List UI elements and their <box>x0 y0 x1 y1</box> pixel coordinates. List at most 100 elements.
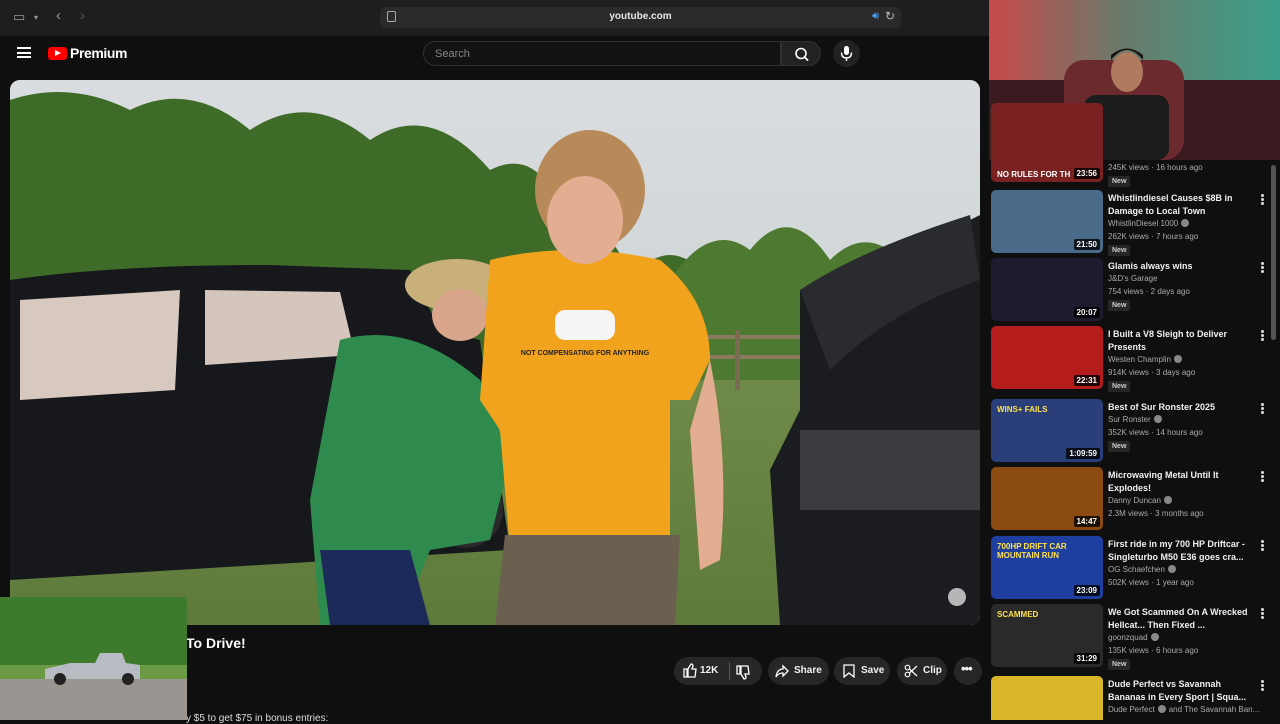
recommendation-title[interactable]: Whistlindiesel Causes $8B in Damage to L… <box>1108 192 1248 218</box>
save-button[interactable]: Save <box>834 657 890 685</box>
more-vertical-icon[interactable] <box>1261 194 1264 205</box>
new-badge: New <box>1108 300 1131 311</box>
forward-icon[interactable]: › <box>80 7 85 24</box>
channel-name[interactable]: OG Schaefchen <box>1108 565 1176 574</box>
video-thumbnail[interactable]: WINS+ FAILS 1:09:59 <box>991 399 1103 462</box>
shirt-text: NOT COMPENSATING FOR ANYTHING <box>521 350 650 357</box>
search-input[interactable]: Search <box>423 41 781 66</box>
like-dislike-group: 12K <box>674 657 762 685</box>
recommendation-item[interactable]: 21:50 Whistlindiesel Causes $8B in Damage… <box>991 190 1274 256</box>
verified-icon <box>1163 496 1172 504</box>
like-button[interactable] <box>683 663 697 681</box>
recommendation-title[interactable]: Microwaving Metal Until It Explodes! <box>1108 469 1248 495</box>
microphone-icon <box>840 46 853 61</box>
channel-name-text: Westen Champlin <box>1108 355 1171 364</box>
youtube-header: Premium Search <box>0 36 989 72</box>
duration-badge: 21:50 <box>1073 239 1100 250</box>
verified-icon <box>1167 565 1176 573</box>
dislike-button[interactable] <box>736 665 750 683</box>
recommendation-title[interactable]: Best of Sur Ronster 2025 <box>1108 401 1248 414</box>
channel-name[interactable]: WhistlinDiesel 1000 <box>1108 219 1190 228</box>
thumbnail-text: SCAMMED <box>997 610 1039 619</box>
reload-icon[interactable]: ↻ <box>885 9 895 23</box>
view-count-meta: 245K views · 16 hours ago <box>1108 163 1203 172</box>
channel-name[interactable]: Danny Duncan <box>1108 496 1172 505</box>
view-count-meta: 502K views · 1 year ago <box>1108 578 1194 587</box>
chevron-down-icon[interactable]: ▾ <box>34 13 38 22</box>
new-badge: New <box>1108 441 1131 452</box>
search-button[interactable] <box>781 41 821 66</box>
audio-playing-icon[interactable]: 🔊︎ <box>872 10 879 23</box>
recommendation-item[interactable]: 700HP DRIFT CAR MOUNTAIN RUN 23:09 First r… <box>991 536 1274 602</box>
duration-badge: 31:29 <box>1073 653 1100 664</box>
search-icon <box>795 47 809 62</box>
overlay-image-truck <box>0 597 187 720</box>
hamburger-menu-icon[interactable] <box>17 47 31 58</box>
recommendation-item[interactable]: SCAMMED 31:29 We Got Scammed On A Wrecked … <box>991 604 1274 670</box>
duration-badge: 22:31 <box>1073 375 1100 386</box>
more-vertical-icon[interactable] <box>1261 262 1264 273</box>
recommendation-title[interactable]: We Got Scammed On A Wrecked Hellcat... T… <box>1108 606 1248 632</box>
new-badge: New <box>1108 659 1131 670</box>
verified-icon <box>1181 219 1190 227</box>
more-vertical-icon[interactable] <box>1261 608 1264 619</box>
recommendation-title[interactable]: I Built a V8 Sleigh to Deliver Presents <box>1108 328 1248 354</box>
channel-watermark-icon[interactable] <box>948 588 966 606</box>
back-icon[interactable]: ‹ <box>56 7 61 24</box>
clip-label: Clip <box>923 665 942 676</box>
new-badge: New <box>1108 381 1131 392</box>
description-snippet: y $5 to get $75 in bonus entries: <box>186 713 329 724</box>
verified-icon <box>1153 415 1162 423</box>
video-player[interactable]: NOT COMPENSATING FOR ANYTHING <box>10 80 980 625</box>
voice-search-button[interactable] <box>833 40 860 67</box>
video-title: To Drive! <box>186 635 246 651</box>
thumbnail-text: NO RULES FOR TH <box>997 170 1071 179</box>
address-bar[interactable]: youtube.com 🔊︎ ↻ <box>380 7 901 28</box>
new-badge: New <box>1108 245 1131 256</box>
share-button[interactable]: Share <box>768 657 829 685</box>
duration-badge: 23:09 <box>1073 585 1100 596</box>
channel-name-text: OG Schaefchen <box>1108 565 1165 574</box>
recommendation-title[interactable]: First ride in my 700 HP Driftcar - Singl… <box>1108 538 1248 564</box>
channel-extra: and The Savannah Ban... <box>1168 705 1260 714</box>
channel-name[interactable]: J&D's Garage <box>1108 274 1158 283</box>
video-thumbnail[interactable]: 700HP DRIFT CAR MOUNTAIN RUN 23:09 <box>991 536 1103 599</box>
more-vertical-icon[interactable] <box>1261 403 1264 414</box>
video-thumbnail[interactable]: NO RULES FOR TH 23:56 <box>991 103 1103 182</box>
recommendation-item[interactable]: WINS+ FAILS 1:09:59 Best of Sur Ronster 20… <box>991 399 1274 465</box>
premium-logo-text[interactable]: Premium <box>70 45 128 61</box>
recommendation-title[interactable]: Glamis always wins <box>1108 260 1248 273</box>
recommendation-item[interactable]: 14:47 Microwaving Metal Until It Explodes… <box>991 467 1274 533</box>
scrollbar[interactable] <box>1271 165 1276 340</box>
more-vertical-icon[interactable] <box>1261 471 1264 482</box>
youtube-logo-icon[interactable] <box>48 47 67 60</box>
video-thumbnail[interactable]: 14:47 <box>991 467 1103 530</box>
channel-name[interactable]: goonzquad <box>1108 633 1159 642</box>
more-actions-button[interactable]: ••• <box>954 657 982 685</box>
channel-name-text: Danny Duncan <box>1108 496 1161 505</box>
recommendation-title[interactable]: Dude Perfect vs Savannah Bananas in Ever… <box>1108 678 1248 704</box>
sidebar-toggle-icon[interactable]: ▭ <box>13 9 25 25</box>
video-thumbnail[interactable]: 20:07 <box>991 258 1103 321</box>
more-vertical-icon[interactable] <box>1261 330 1264 341</box>
channel-name-text: J&D's Garage <box>1108 274 1158 283</box>
thumbnail-text: 700HP DRIFT CAR MOUNTAIN RUN <box>997 542 1067 560</box>
video-frame: NOT COMPENSATING FOR ANYTHING <box>10 80 980 625</box>
video-thumbnail[interactable] <box>991 676 1103 720</box>
more-vertical-icon[interactable] <box>1261 680 1264 691</box>
channel-name[interactable]: Sur Ronster <box>1108 415 1162 424</box>
video-thumbnail[interactable]: 21:50 <box>991 190 1103 253</box>
divider <box>729 662 730 680</box>
scissors-icon <box>904 664 918 678</box>
share-icon <box>775 664 789 678</box>
video-thumbnail[interactable]: SCAMMED 31:29 <box>991 604 1103 667</box>
channel-name[interactable]: Westen Champlin <box>1108 355 1182 364</box>
recommendation-item[interactable]: Dude Perfect vs Savannah Bananas in Ever… <box>991 676 1274 720</box>
recommendation-item[interactable]: 20:07 Glamis always wins J&D's Garage 754 v… <box>991 258 1274 324</box>
clip-button[interactable]: Clip <box>897 657 947 685</box>
thumbnail-text: WINS+ FAILS <box>997 405 1048 414</box>
video-thumbnail[interactable]: 22:31 <box>991 326 1103 389</box>
channel-name[interactable]: Dude Perfect and The Savannah Ban... <box>1108 705 1259 714</box>
recommendation-item[interactable]: 22:31 I Built a V8 Sleigh to Deliver Pres… <box>991 326 1274 392</box>
more-vertical-icon[interactable] <box>1261 540 1264 551</box>
